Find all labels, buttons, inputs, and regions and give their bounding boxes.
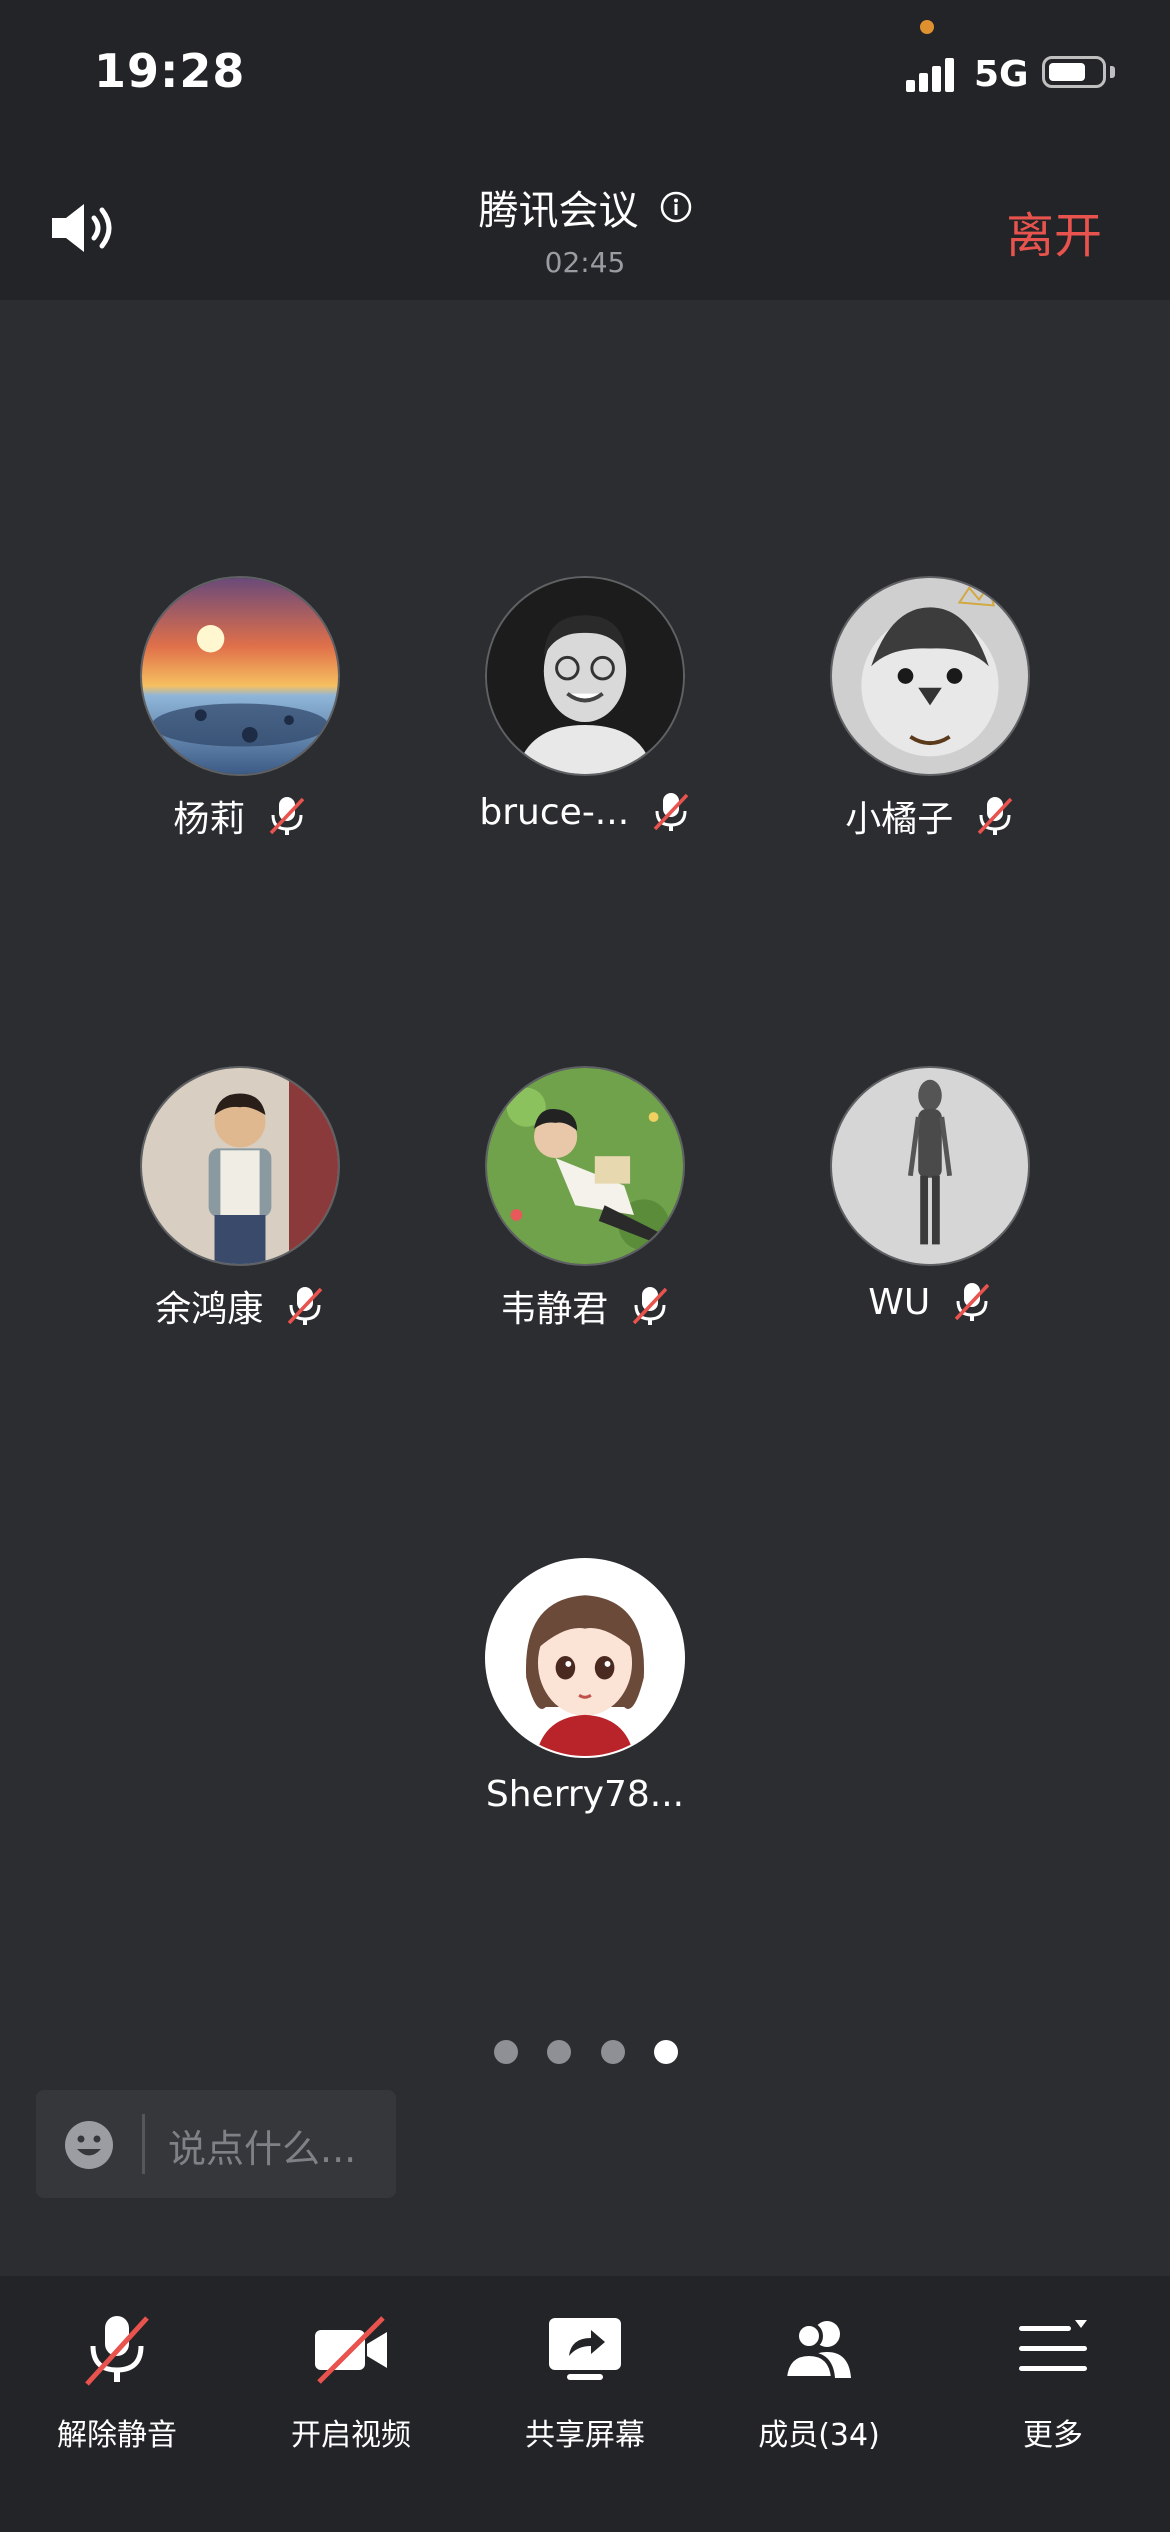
participant-name: 小橘子 [845, 799, 954, 840]
participant-name: WU [868, 1281, 931, 1323]
share-screen-icon [549, 2318, 621, 2380]
page-indicator[interactable] [494, 2040, 684, 2066]
participant-name: Sherry78... [485, 1773, 685, 1815]
mic-muted-icon [267, 795, 307, 837]
signal-icon [906, 58, 958, 92]
participant-name: bruce-... [479, 791, 630, 833]
mic-muted-icon [952, 1281, 992, 1323]
unmute-button[interactable]: 解除静音 [0, 2276, 234, 2532]
avatar [485, 1558, 685, 1758]
participant-name-row: Sherry78... [435, 1772, 735, 1815]
page-dot[interactable] [601, 2040, 625, 2064]
start-video-button[interactable]: 开启视频 [234, 2276, 468, 2532]
mic-off-icon [85, 2316, 149, 2386]
page-dot[interactable] [547, 2040, 571, 2064]
meeting-title: 腾讯会议 [478, 188, 639, 234]
status-time: 19:28 [94, 44, 246, 98]
mic-muted-icon [285, 1285, 325, 1327]
meeting-timer: 02:45 [544, 246, 626, 279]
members-icon [782, 2321, 851, 2380]
more-button[interactable]: 更多 [936, 2276, 1170, 2532]
camera-off-icon [315, 2316, 387, 2384]
avatar [140, 1066, 340, 1266]
mic-muted-icon [651, 791, 691, 833]
avatar [140, 576, 340, 776]
start-video-label: 开启视频 [291, 2418, 411, 2453]
share-screen-button[interactable]: 共享屏幕 [468, 2276, 702, 2532]
top-bar: 19:28 5G 腾讯会议 02:45 离开 [0, 0, 1170, 300]
participant-name: 余鸿康 [155, 1289, 264, 1330]
page-dot-active[interactable] [654, 2040, 678, 2064]
emoji-icon[interactable] [64, 2120, 114, 2170]
leave-button[interactable]: 离开 [1006, 196, 1102, 266]
chat-input[interactable]: 说点什么... [36, 2090, 396, 2198]
avatar [830, 1066, 1030, 1266]
avatar [485, 576, 685, 776]
page-dot[interactable] [494, 2040, 518, 2064]
network-type: 5G [974, 54, 1029, 95]
battery-tip [1110, 66, 1115, 78]
participant-name: 韦静君 [500, 1289, 609, 1330]
battery-fill [1049, 63, 1085, 81]
share-screen-label: 共享屏幕 [525, 2418, 645, 2453]
members-button[interactable]: 成员(34) [702, 2276, 936, 2532]
participant-name-row: 余鸿康 [90, 1280, 390, 1332]
mic-muted-icon [630, 1285, 670, 1327]
unmute-label: 解除静音 [57, 2418, 177, 2453]
participant-name: 杨莉 [173, 799, 246, 840]
avatar [830, 576, 1030, 776]
avatar [485, 1066, 685, 1266]
participant-name-row: WU [780, 1280, 1080, 1323]
participant-name-row: 小橘子 [780, 790, 1080, 842]
battery-icon [1042, 56, 1106, 88]
more-label: 更多 [1023, 2418, 1083, 2453]
members-label: 成员(34) [758, 2418, 880, 2453]
bottom-toolbar: 解除静音 开启视频 共享屏幕 成员(34) 更多 [0, 2276, 1170, 2532]
mic-muted-icon [975, 795, 1015, 837]
participant-name-row: 杨莉 [90, 790, 390, 842]
participant-name-row: 韦静君 [435, 1280, 735, 1332]
participant-name-row: bruce-... [435, 790, 735, 833]
info-icon[interactable] [660, 191, 692, 223]
privacy-indicator-dot [920, 20, 934, 34]
chat-placeholder: 说点什么... [168, 2127, 357, 2171]
more-menu-icon [1019, 2320, 1087, 2371]
meeting-title-row: 腾讯会议 [0, 178, 1170, 236]
chat-divider [142, 2114, 145, 2174]
